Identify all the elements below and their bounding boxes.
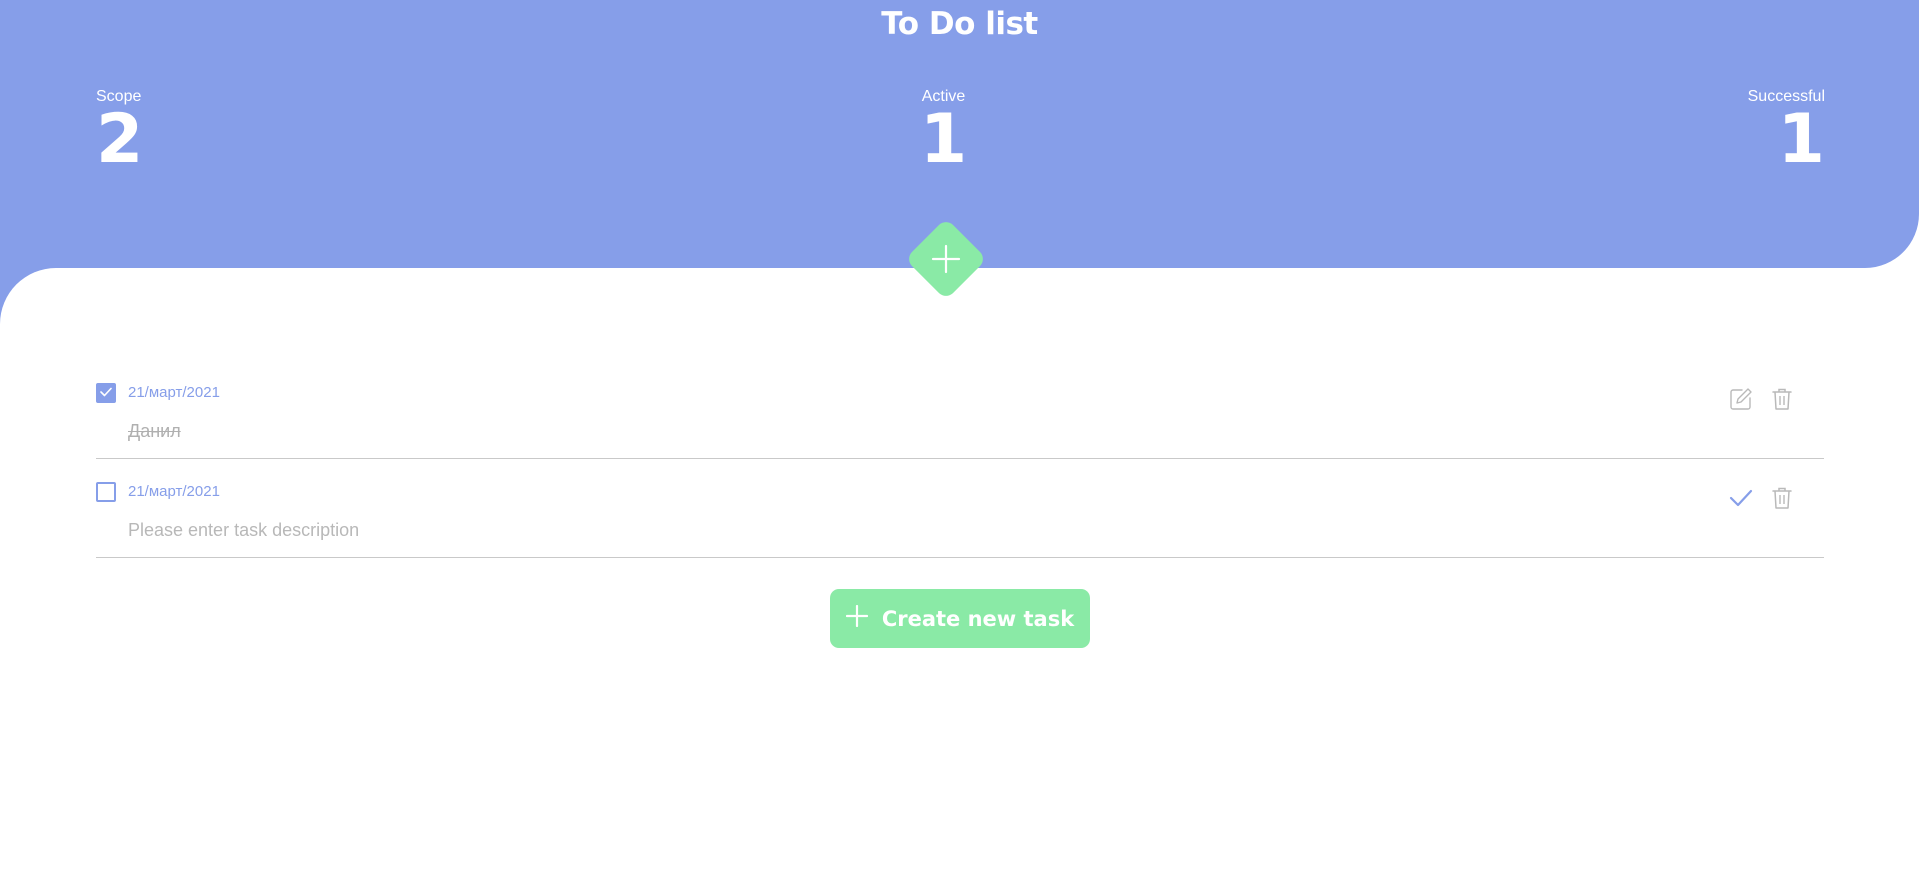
stat-scope: Scope 2 [96, 87, 144, 179]
task-complete-checkbox[interactable] [96, 383, 116, 403]
stat-active-value: 1 [919, 100, 968, 179]
task-item: 21/март/2021 Данил [96, 360, 1824, 459]
checkmark-icon[interactable] [1728, 485, 1754, 511]
pencil-icon[interactable] [1728, 386, 1754, 412]
header-curve [0, 268, 56, 324]
task-date: 21/март/2021 [128, 384, 220, 401]
task-description-input[interactable]: Please enter task description [128, 520, 359, 541]
stat-successful: Successful 1 [1748, 87, 1825, 179]
task-item: 21/март/2021 Please enter task descripti… [96, 459, 1824, 558]
plus-icon [845, 604, 868, 632]
task-list: 21/март/2021 Данил 21/март/2021 Please e… [96, 360, 1824, 558]
create-new-task-label: Create new task [881, 606, 1075, 631]
task-date: 21/март/2021 [128, 483, 220, 500]
stat-scope-value: 2 [96, 100, 144, 179]
todo-app-page: To Do list Scope 2 Active 1 Successful 1 [0, 0, 1919, 870]
trash-icon[interactable] [1769, 485, 1795, 511]
stat-successful-value: 1 [1777, 100, 1825, 179]
task-description[interactable]: Данил [128, 421, 181, 442]
create-new-task-button[interactable]: Create new task [830, 589, 1090, 648]
header-banner: To Do list Scope 2 Active 1 Successful 1 [0, 0, 1919, 268]
trash-icon[interactable] [1769, 386, 1795, 412]
checkmark-icon [100, 384, 112, 402]
stat-active: Active 1 [900, 87, 987, 179]
task-complete-checkbox[interactable] [96, 482, 116, 502]
app-title: To Do list [881, 6, 1038, 42]
